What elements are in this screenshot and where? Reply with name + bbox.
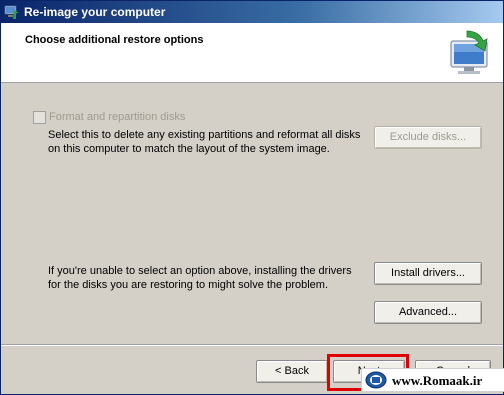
drivers-description-line1: If you're unable to select an option abo… [48,265,352,277]
format-description-line2: on this computer to match the layout of … [48,143,330,155]
backup-restore-icon [4,5,19,19]
watermark-logo-icon [365,371,387,389]
format-disks-label: Format and repartition disks [49,111,186,123]
re-image-dialog: Re-image your computer Choose additional… [0,0,504,395]
back-button[interactable]: < Back [256,360,328,383]
format-disks-checkbox[interactable] [33,111,46,124]
exclude-disks-button[interactable]: Exclude disks... [374,126,482,149]
format-description-line1: Select this to delete any existing parti… [48,129,361,141]
window-title: Re-image your computer [24,5,166,19]
drivers-description-line2: for the disks you are restoring to might… [48,279,329,291]
install-drivers-button[interactable]: Install drivers... [374,262,482,285]
footer-divider [1,344,503,346]
title-bar[interactable]: Re-image your computer [1,1,503,23]
advanced-button[interactable]: Advanced... [374,301,482,324]
watermark-badge: www.Romaak.ir [361,368,504,392]
computer-restore-icon [450,30,488,74]
watermark-text: www.Romaak.ir [392,373,483,388]
page-title: Choose additional restore options [25,34,204,46]
wizard-header: Choose additional restore options [1,23,503,83]
